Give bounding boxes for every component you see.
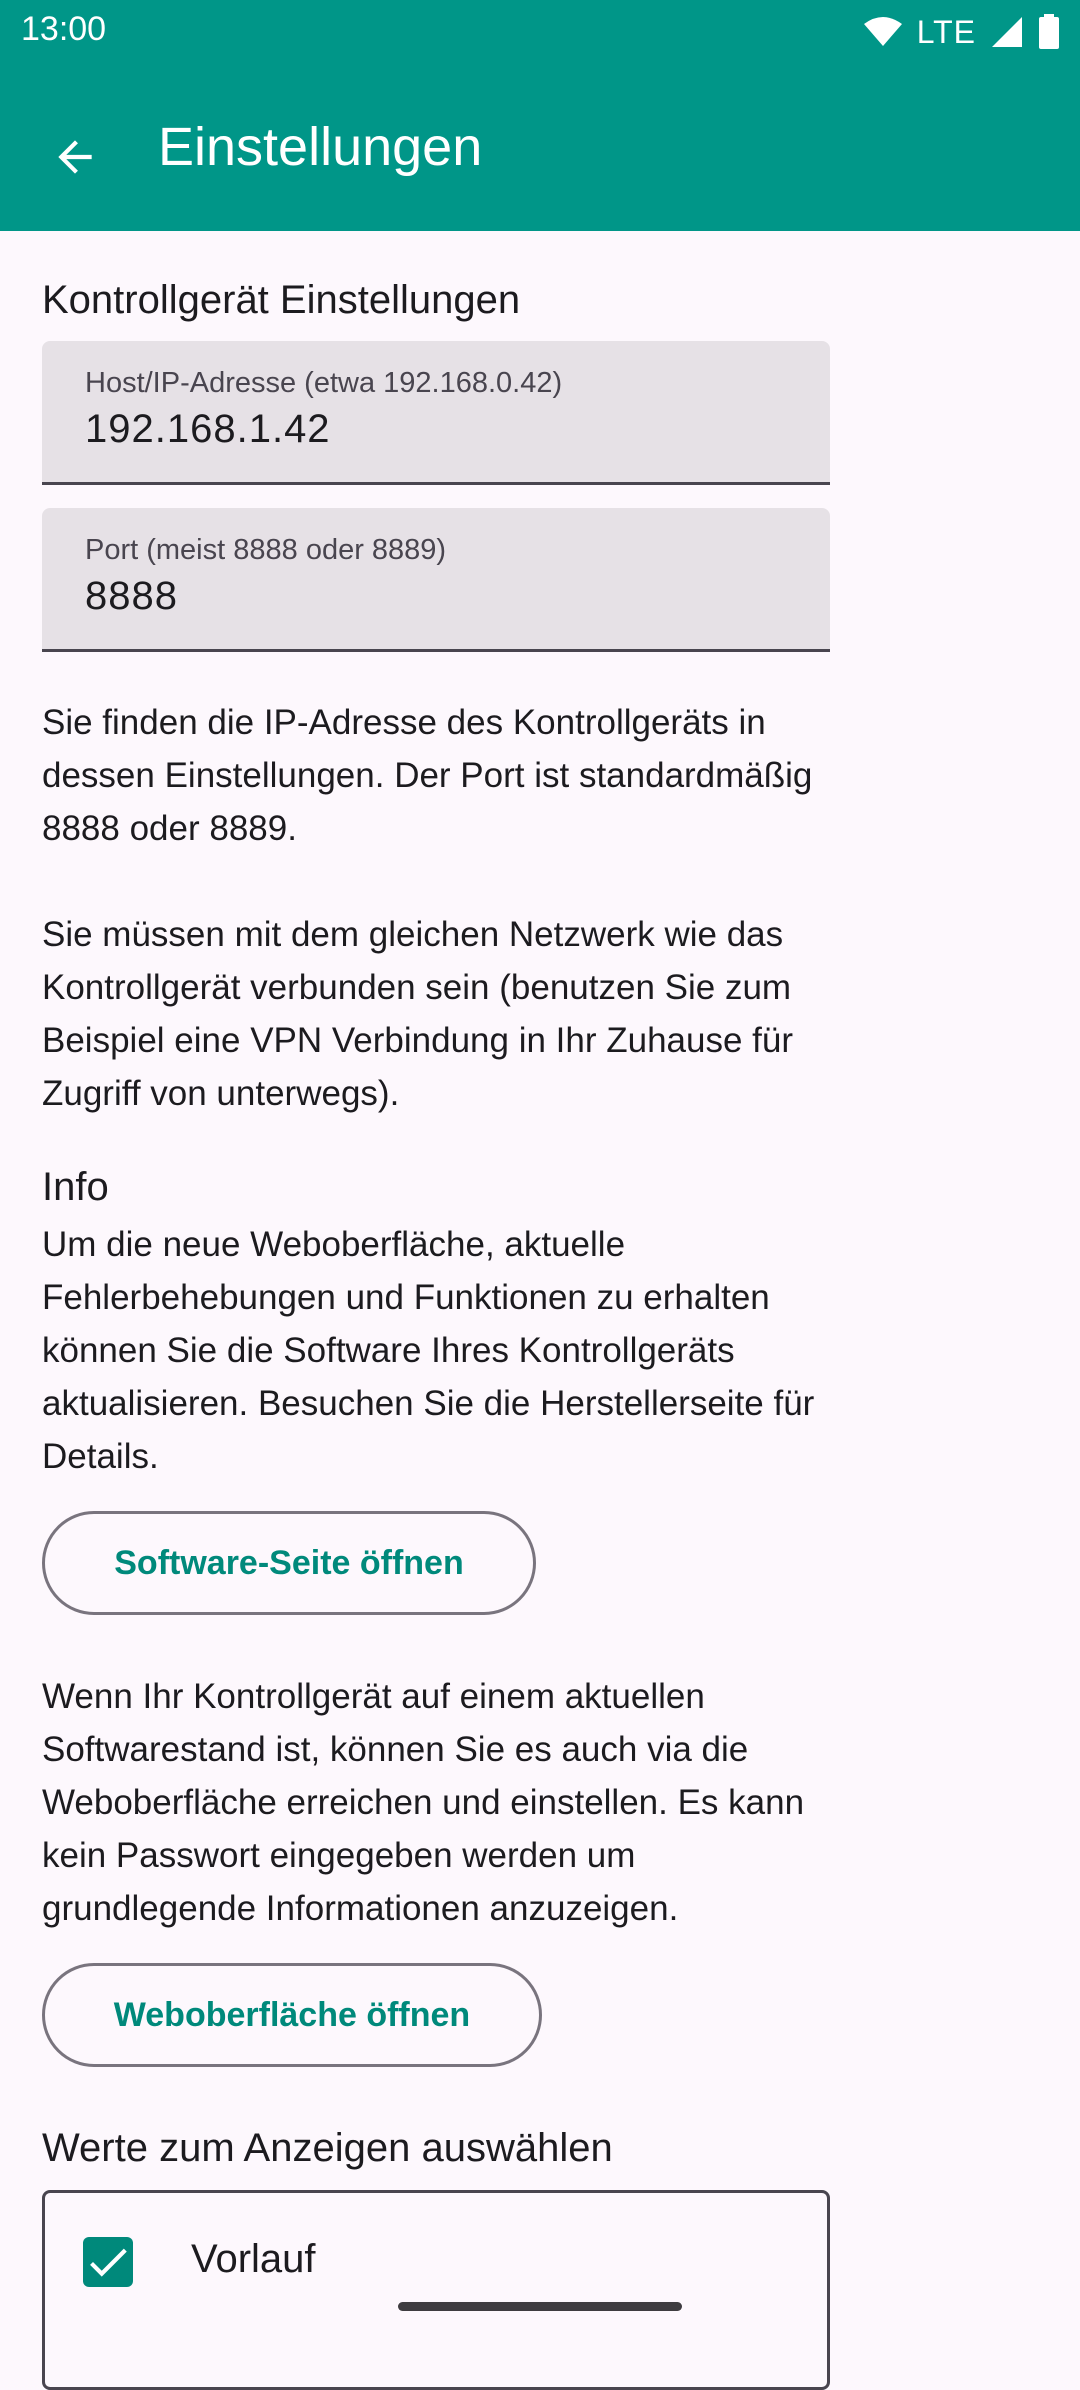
values-card: Vorlauf (42, 2190, 830, 2390)
check-icon (90, 2248, 127, 2277)
gesture-nav-handle[interactable] (398, 2302, 682, 2311)
vorlauf-label: Vorlauf (191, 2237, 316, 2281)
battery-icon (1039, 14, 1059, 49)
host-ip-label: Host/IP-Adresse (etwa 192.168.0.42) (85, 367, 563, 399)
open-web-interface-button[interactable]: Weboberfläche öffnen (42, 1963, 542, 2067)
network-help-text: Sie müssen mit dem gleichen Netzwerk wie… (42, 915, 794, 1113)
signal-icon (992, 17, 1022, 47)
back-button[interactable] (40, 122, 110, 192)
status-icons: LTE (863, 10, 1060, 54)
ip-help-text: Sie finden die IP-Adresse des Kontrollge… (42, 703, 813, 848)
arrow-back-icon (58, 140, 92, 174)
port-label: Port (meist 8888 oder 8889) (85, 534, 447, 566)
controller-settings-heading: Kontrollgerät Einstellungen (42, 278, 521, 322)
page-title: Einstellungen (158, 117, 483, 177)
info-text-update: Um die neue Weboberfläche, aktuelle Fehl… (42, 1225, 815, 1476)
status-bar: 13:00 LTE (0, 0, 1080, 64)
port-field[interactable]: Port (meist 8888 oder 8889) 8888 (42, 508, 830, 652)
host-ip-value[interactable]: 192.168.1.42 (85, 407, 331, 452)
port-value[interactable]: 8888 (85, 574, 178, 619)
info-heading: Info (42, 1165, 109, 1209)
values-heading: Werte zum Anzeigen auswählen (42, 2126, 613, 2170)
network-type: LTE (916, 13, 976, 50)
app-bar: Einstellungen (0, 64, 1080, 231)
vorlauf-checkbox[interactable] (83, 2237, 133, 2287)
status-time: 13:00 (21, 10, 107, 48)
open-software-page-button[interactable]: Software-Seite öffnen (42, 1511, 536, 1615)
host-ip-field[interactable]: Host/IP-Adresse (etwa 192.168.0.42) 192.… (42, 341, 830, 485)
wifi-icon (863, 17, 902, 46)
info-text-web: Wenn Ihr Kontrollgerät auf einem aktuell… (42, 1677, 805, 1928)
